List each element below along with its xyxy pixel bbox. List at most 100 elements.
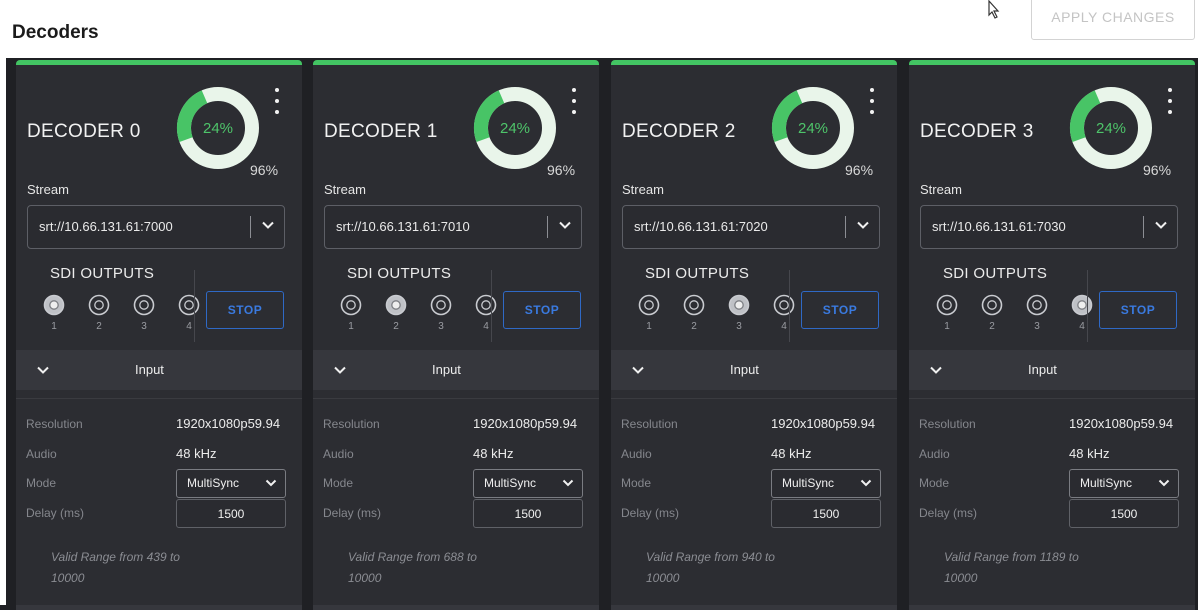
delay-input[interactable]: 1500 — [771, 499, 881, 528]
audio-value: 48 kHz — [771, 446, 812, 461]
sdi-port-icon[interactable] — [728, 294, 750, 316]
input-section-header[interactable]: Input — [16, 350, 302, 390]
chevron-down-icon[interactable] — [558, 218, 572, 232]
sdi-port-number: 2 — [393, 321, 399, 332]
input-section-label: Input — [432, 362, 461, 377]
usage-outer-label: 96% — [547, 162, 576, 178]
usage-outer-label: 96% — [1143, 162, 1172, 178]
resolution-label: Resolution — [323, 417, 380, 431]
mode-select[interactable]: MultiSync — [771, 469, 881, 498]
input-section-header[interactable]: Input — [313, 350, 599, 390]
mode-select[interactable]: MultiSync — [176, 469, 286, 498]
stream-label: Stream — [920, 182, 962, 197]
resolution-value: 1920x1080p59.94 — [176, 416, 281, 431]
sdi-port-number: 1 — [348, 321, 354, 332]
input-section-label: Input — [1028, 362, 1057, 377]
sdi-port-icon[interactable] — [340, 294, 362, 316]
kebab-menu-icon[interactable] — [867, 88, 877, 114]
pointer-cursor-icon — [988, 0, 1000, 19]
delay-label: Delay (ms) — [919, 506, 978, 520]
next-section-header — [611, 605, 897, 610]
audio-label: Audio — [621, 447, 652, 461]
stream-label: Stream — [622, 182, 664, 197]
audio-value: 48 kHz — [473, 446, 514, 461]
sdi-port-number: 3 — [438, 321, 444, 332]
chevron-down-icon[interactable] — [929, 363, 943, 377]
stop-button[interactable]: STOP — [1099, 291, 1177, 329]
kebab-menu-icon[interactable] — [272, 88, 282, 114]
mode-value: MultiSync — [782, 476, 835, 490]
sdi-port-icon[interactable] — [133, 294, 155, 316]
apply-changes-button[interactable]: APPLY CHANGES — [1031, 0, 1195, 40]
left-edge — [0, 58, 6, 605]
valid-range-max: 10000 — [51, 571, 85, 585]
delay-input[interactable]: 1500 — [473, 499, 583, 528]
sdi-port-number: 4 — [186, 321, 192, 332]
chevron-down-icon[interactable] — [333, 363, 347, 377]
sdi-port-icon[interactable] — [43, 294, 65, 316]
mode-select[interactable]: MultiSync — [1069, 469, 1179, 498]
stream-select[interactable]: srt://10.66.131.61:7000 — [27, 205, 285, 249]
chevron-down-icon[interactable] — [36, 363, 50, 377]
input-section-header[interactable]: Input — [909, 350, 1195, 390]
sdi-port-icon[interactable] — [1071, 294, 1093, 316]
divider — [313, 398, 599, 399]
valid-range-max: 10000 — [348, 571, 382, 585]
delay-label: Delay (ms) — [323, 506, 382, 520]
sdi-outputs-title: SDI OUTPUTS — [50, 265, 155, 282]
chevron-down-icon[interactable] — [1154, 218, 1168, 232]
valid-range-note: Valid Range from 940 to 10000 — [646, 547, 846, 589]
usage-inner-label: 24% — [202, 119, 234, 137]
select-divider — [547, 216, 548, 238]
sdi-port-icon[interactable] — [683, 294, 705, 316]
sdi-port-icon[interactable] — [475, 294, 497, 316]
kebab-menu-icon[interactable] — [569, 88, 579, 114]
chevron-down-icon[interactable] — [631, 363, 645, 377]
next-section-header — [16, 605, 302, 610]
stream-select[interactable]: srt://10.66.131.61:7030 — [920, 205, 1178, 249]
sdi-port-icon[interactable] — [385, 294, 407, 316]
page-title: Decoders — [12, 22, 99, 43]
decoder-card-0: DECODER 0 24% 96% Stream srt://10.66.131… — [16, 60, 302, 610]
audio-label: Audio — [323, 447, 354, 461]
input-section-header[interactable]: Input — [611, 350, 897, 390]
stop-button[interactable]: STOP — [206, 291, 284, 329]
mode-select[interactable]: MultiSync — [473, 469, 583, 498]
mode-value: MultiSync — [1080, 476, 1133, 490]
sdi-port-icon[interactable] — [88, 294, 110, 316]
decoder-title: DECODER 0 — [27, 121, 141, 142]
top-bar: Decoders APPLY CHANGES — [0, 0, 1198, 58]
sdi-port-number: 2 — [691, 321, 697, 332]
resolution-value: 1920x1080p59.94 — [771, 416, 876, 431]
delay-input[interactable]: 1500 — [1069, 499, 1179, 528]
sdi-port-icon[interactable] — [981, 294, 1003, 316]
select-divider — [250, 216, 251, 238]
sdi-port-icon[interactable] — [936, 294, 958, 316]
valid-range-line: Valid Range from 439 to — [51, 550, 180, 564]
divider — [1087, 270, 1088, 342]
stream-select[interactable]: srt://10.66.131.61:7020 — [622, 205, 880, 249]
stop-button[interactable]: STOP — [503, 291, 581, 329]
stream-label: Stream — [324, 182, 366, 197]
delay-input[interactable]: 1500 — [176, 499, 286, 528]
sdi-outputs-title: SDI OUTPUTS — [943, 265, 1048, 282]
sdi-port-number: 4 — [483, 321, 489, 332]
stream-select[interactable]: srt://10.66.131.61:7010 — [324, 205, 582, 249]
audio-value: 48 kHz — [1069, 446, 1110, 461]
divider — [909, 398, 1195, 399]
sdi-port-icon[interactable] — [638, 294, 660, 316]
stop-button[interactable]: STOP — [801, 291, 879, 329]
chevron-down-icon[interactable] — [261, 218, 275, 232]
sdi-port-icon[interactable] — [430, 294, 452, 316]
kebab-menu-icon[interactable] — [1165, 88, 1175, 114]
chevron-down-icon[interactable] — [856, 218, 870, 232]
sdi-port-icon[interactable] — [1026, 294, 1048, 316]
sdi-port-number: 3 — [141, 321, 147, 332]
mode-value: MultiSync — [484, 476, 537, 490]
decoder-title: DECODER 2 — [622, 121, 736, 142]
sdi-port-icon[interactable] — [773, 294, 795, 316]
sdi-port-icon[interactable] — [178, 294, 200, 316]
valid-range-note: Valid Range from 1189 to 10000 — [944, 547, 1144, 589]
audio-label: Audio — [919, 447, 950, 461]
stream-label: Stream — [27, 182, 69, 197]
